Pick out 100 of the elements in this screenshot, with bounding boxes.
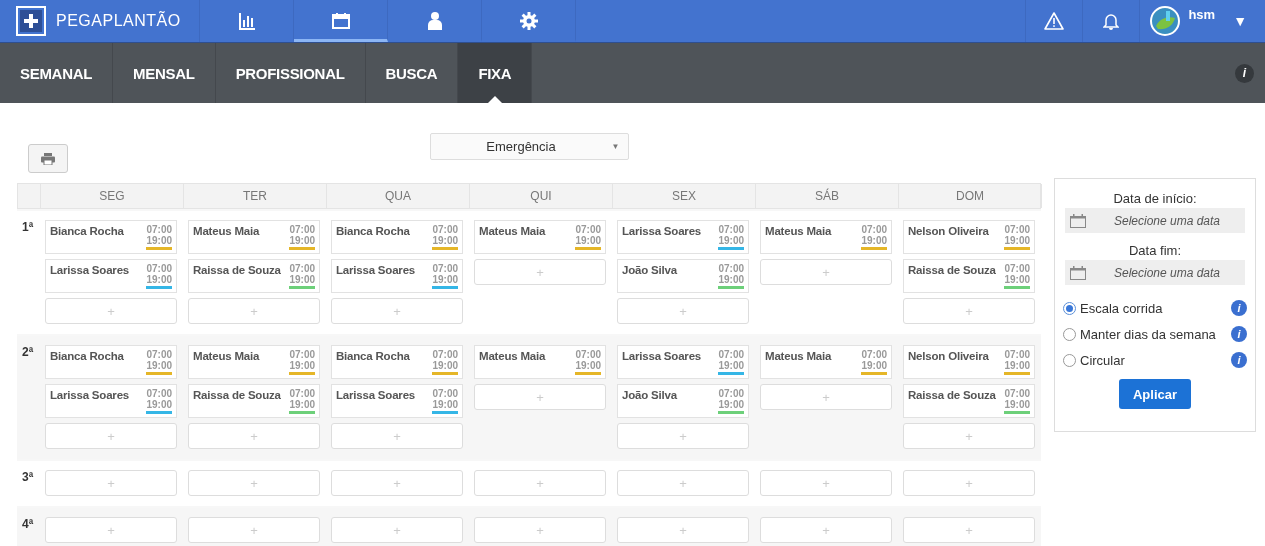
professional-name: Raissa de Souza (908, 264, 996, 278)
view-tab[interactable]: MENSAL (113, 43, 216, 103)
shift-card[interactable]: Larissa Soares 07:00 19:00 (617, 220, 749, 254)
shift-card[interactable]: Mateus Maia 07:00 19:00 (188, 220, 320, 254)
professional-name: Bianca Rocha (50, 350, 124, 364)
shift-card[interactable]: Nelson Oliveira 07:00 19:00 (903, 345, 1035, 379)
option-label[interactable]: Manter dias da semana (1080, 326, 1227, 342)
shift-card[interactable]: Bianca Rocha 07:00 19:00 (331, 220, 463, 254)
shift-card[interactable]: João Silva 07:00 19:00 (617, 259, 749, 293)
view-tab[interactable]: PROFISSIONAL (215, 43, 366, 103)
shift-card[interactable]: Raissa de Souza 07:00 19:00 (188, 384, 320, 418)
user-menu-caret[interactable]: ▼ (1233, 13, 1247, 29)
start-time: 07:00 (718, 349, 744, 360)
shift-card[interactable]: Raissa de Souza 07:00 19:00 (188, 259, 320, 293)
professional-name: Nelson Oliveira (908, 350, 989, 364)
shift-card[interactable]: Bianca Rocha 07:00 19:00 (45, 220, 177, 254)
day-header: SEG (41, 184, 184, 208)
radio-button[interactable] (1063, 327, 1076, 341)
end-time: 19:00 (575, 360, 601, 371)
shift-card[interactable]: Mateus Maia 07:00 19:00 (760, 345, 892, 379)
view-tab[interactable]: SEMANAL (0, 43, 114, 103)
professional-name: Mateus Maia (193, 225, 260, 239)
shift-card[interactable]: Larissa Soares 07:00 19:00 (331, 384, 463, 418)
shift-card[interactable]: Raissa de Souza 07:00 19:00 (903, 259, 1035, 293)
professional-name: Bianca Rocha (50, 225, 124, 239)
info-icon[interactable]: i (1231, 300, 1247, 316)
shift-card[interactable]: João Silva 07:00 19:00 (617, 384, 749, 418)
start-time: 07:00 (861, 349, 887, 360)
option-label[interactable]: Escala corrida (1080, 300, 1227, 316)
shift-card[interactable]: Larissa Soares 07:00 19:00 (331, 259, 463, 293)
shift-card[interactable]: Nelson Oliveira 07:00 19:00 (903, 220, 1035, 254)
calendar-icon (331, 12, 350, 30)
start-date-field[interactable]: Selecione uma data (1065, 208, 1245, 233)
warning-icon (1044, 12, 1065, 30)
sector-select[interactable]: Emergência ▼ (429, 133, 629, 160)
shift-card[interactable]: Larissa Soares 07:00 19:00 (45, 259, 177, 293)
professional-name: Bianca Rocha (336, 225, 410, 239)
end-time: 19:00 (861, 235, 887, 246)
professional-name: Larissa Soares (336, 264, 416, 278)
end-time: 19:00 (289, 360, 315, 371)
settings-icon (519, 12, 538, 30)
start-time: 07:00 (146, 349, 172, 360)
end-time: 19:00 (146, 274, 172, 285)
brand-name: PEGAPLANTÃO (56, 12, 181, 30)
week-label: 2ª (22, 345, 34, 359)
end-time: 19:00 (1004, 235, 1030, 246)
end-time: 19:00 (289, 399, 315, 410)
professional-name: Nelson Oliveira (908, 225, 989, 239)
professional-name: Mateus Maia (765, 225, 832, 239)
start-time: 07:00 (1004, 388, 1030, 399)
print-button[interactable] (28, 144, 68, 173)
shift-card[interactable]: Bianca Rocha 07:00 19:00 (45, 345, 177, 379)
shift-card[interactable]: Larissa Soares 07:00 19:00 (617, 345, 749, 379)
day-header: SÁB (756, 184, 899, 208)
end-time: 19:00 (575, 235, 601, 246)
info-icon[interactable]: i (1231, 352, 1247, 368)
end-time: 19:00 (432, 235, 458, 246)
day-header: TER (184, 184, 327, 208)
radio-button[interactable] (1063, 353, 1076, 367)
shift-card[interactable]: Raissa de Souza 07:00 19:00 (903, 384, 1035, 418)
printer-icon (41, 152, 55, 165)
shift-card[interactable]: Bianca Rocha 07:00 19:00 (331, 345, 463, 379)
end-time: 19:00 (1004, 399, 1030, 410)
week-label: 4ª (22, 517, 34, 531)
calendar-icon (1070, 213, 1086, 228)
end-time: 19:00 (718, 235, 744, 246)
shift-card[interactable]: Mateus Maia 07:00 19:00 (188, 345, 320, 379)
shift-card[interactable]: Mateus Maia 07:00 19:00 (760, 220, 892, 254)
apply-button[interactable]: Aplicar (1119, 379, 1191, 409)
bar-chart-icon (237, 12, 256, 30)
professional-name: Larissa Soares (336, 389, 416, 403)
end-time: 19:00 (146, 399, 172, 410)
start-time: 07:00 (146, 224, 172, 235)
professional-name: Larissa Soares (622, 225, 702, 239)
view-tab[interactable]: FIXA (458, 43, 533, 103)
day-header: SEX (613, 184, 756, 208)
avatar-icon[interactable] (1150, 6, 1181, 36)
start-time: 07:00 (1004, 263, 1030, 274)
shift-card[interactable]: Mateus Maia 07:00 19:00 (474, 220, 606, 254)
shift-card[interactable]: Larissa Soares 07:00 19:00 (45, 384, 177, 418)
week-label: 1ª (22, 220, 34, 234)
end-date-field[interactable]: Selecione uma data (1065, 260, 1245, 285)
week-label: 3ª (22, 470, 34, 484)
start-time: 07:00 (718, 263, 744, 274)
shift-card[interactable]: Mateus Maia 07:00 19:00 (474, 345, 606, 379)
start-time: 07:00 (289, 224, 315, 235)
radio-button[interactable] (1063, 301, 1076, 315)
username[interactable]: hsm (1188, 7, 1216, 22)
professional-name: Mateus Maia (479, 350, 546, 364)
start-time: 07:00 (146, 263, 172, 274)
end-time: 19:00 (146, 235, 172, 246)
end-time: 19:00 (146, 360, 172, 371)
info-icon[interactable]: i (1231, 326, 1247, 342)
logo-icon (16, 6, 46, 36)
option-label[interactable]: Circular (1080, 352, 1227, 368)
professional-name: Raissa de Souza (908, 389, 996, 403)
info-icon[interactable]: i (1235, 63, 1254, 83)
end-date-label: Data fim: (1128, 243, 1182, 258)
professional-name: Larissa Soares (622, 350, 702, 364)
start-time: 07:00 (718, 388, 744, 399)
